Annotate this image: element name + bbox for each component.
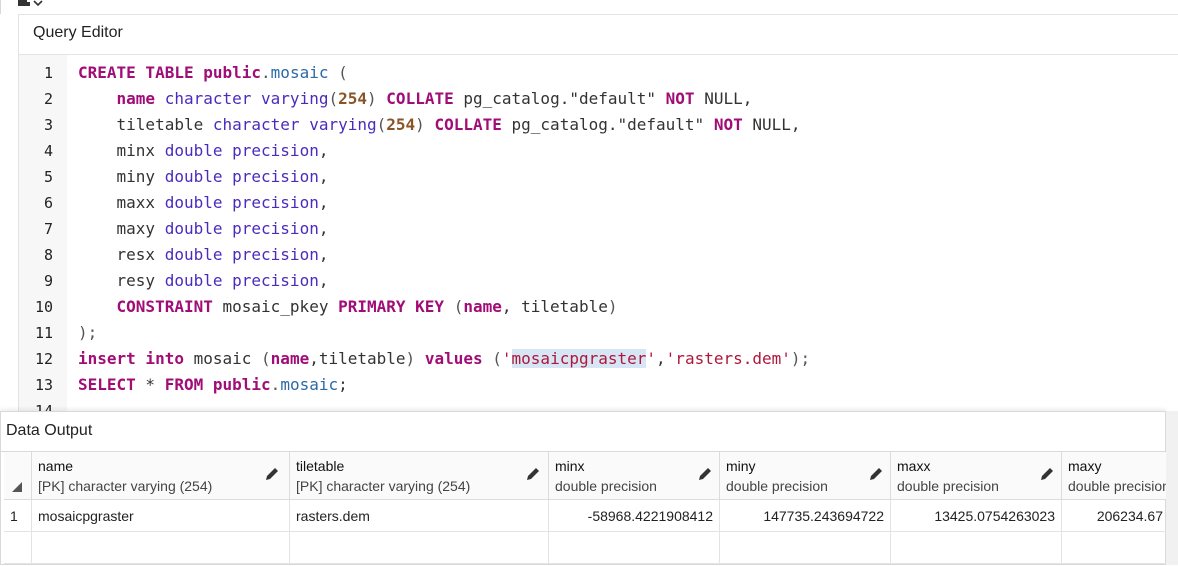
pencil-icon[interactable] [697, 466, 713, 482]
line-number: 6 [43, 194, 53, 212]
line-number: 1 [43, 64, 53, 82]
code-line: minx double precision, [78, 141, 329, 160]
row-index-label: 1 [10, 508, 18, 524]
table-cell[interactable] [549, 532, 720, 564]
results-grid[interactable]: name [PK] character varying (254) tileta… [4, 452, 1166, 566]
row-header-corner[interactable] [4, 452, 32, 500]
line-number: 3 [43, 116, 53, 134]
cell-value: rasters.dem [296, 508, 370, 524]
table-cell[interactable] [32, 532, 290, 564]
column-type: double precision [555, 478, 657, 494]
column-name: name [38, 458, 74, 474]
table-cell[interactable] [290, 532, 549, 564]
line-number: 9 [43, 272, 53, 290]
code-line: name character varying(254) COLLATE pg_c… [116, 89, 753, 108]
row-index[interactable]: 1 [4, 500, 32, 532]
code-line: ); [78, 323, 98, 342]
column-name: maxy [1068, 458, 1102, 474]
table-cell[interactable]: mosaicpgraster [32, 500, 290, 532]
column-header[interactable]: maxy double precision [1062, 452, 1166, 500]
column-type: [PK] character varying (254) [296, 478, 471, 494]
cell-value: 13425.0754263023 [934, 508, 1055, 524]
table-cell[interactable]: 13425.0754263023 [891, 500, 1062, 532]
column-name: maxx [897, 458, 931, 474]
code-line: CREATE TABLE public.mosaic ( [78, 63, 348, 82]
row-index[interactable] [4, 532, 32, 564]
pencil-icon[interactable] [868, 466, 884, 482]
table-cell[interactable]: 206234.67 [1062, 500, 1166, 532]
cell-value: 147735.243694722 [763, 508, 884, 524]
divider [19, 54, 1178, 55]
cell-value: 206234.67 [1096, 508, 1163, 524]
data-output-panel: Data Output name [PK] character varying … [0, 411, 1167, 566]
line-number: 5 [43, 168, 53, 186]
code-line: resx double precision, [78, 245, 329, 264]
code-line: miny double precision, [78, 167, 329, 186]
column-header[interactable]: tiletable [PK] character varying (254) [290, 452, 549, 500]
column-name: tiletable [296, 458, 345, 474]
line-number: 7 [43, 220, 53, 238]
column-type: double precision [1068, 478, 1166, 494]
cell-value: mosaicpgraster [38, 508, 134, 524]
column-type: double precision [897, 478, 999, 494]
column-type: double precision [726, 478, 828, 494]
chevron-down-icon[interactable] [32, 0, 44, 8]
code-line: insert into mosaic (name,tiletable) valu… [78, 349, 811, 368]
code-line: SELECT * FROM public.mosaic; [78, 375, 348, 394]
line-number: 8 [43, 246, 53, 264]
table-cell[interactable]: 147735.243694722 [720, 500, 891, 532]
code-line: resy double precision, [78, 271, 329, 290]
column-name: minx [555, 458, 585, 474]
pencil-icon[interactable] [264, 466, 280, 482]
code-line: maxx double precision, [78, 193, 329, 212]
code-line: tiletable character varying(254) COLLATE… [78, 115, 801, 134]
data-output-title: Data Output [6, 422, 93, 439]
column-name: miny [726, 458, 756, 474]
database-icon[interactable] [18, 0, 30, 8]
code-line: maxy double precision, [78, 219, 329, 238]
line-number: 12 [34, 350, 53, 368]
code-line: CONSTRAINT mosaic_pkey PRIMARY KEY (name… [116, 297, 618, 316]
table-cell[interactable]: -58968.4221908412 [549, 500, 720, 532]
line-number: 13 [34, 376, 53, 394]
table-cell[interactable] [1062, 532, 1166, 564]
line-number: 4 [43, 142, 53, 160]
column-type: [PK] character varying (254) [38, 478, 213, 494]
column-header[interactable]: maxx double precision [891, 452, 1062, 500]
column-header[interactable]: minx double precision [549, 452, 720, 500]
toolbar [0, 0, 1178, 14]
column-header[interactable]: miny double precision [720, 452, 891, 500]
line-number: 11 [34, 324, 53, 342]
pencil-icon[interactable] [1039, 466, 1055, 482]
line-number: 10 [34, 298, 53, 316]
line-number: 2 [43, 90, 53, 108]
line-number-gutter: 1 2 3 4 5 6 7 8 9 10 11 12 13 14 [19, 55, 67, 420]
sort-corner-icon [12, 482, 22, 492]
pencil-icon[interactable] [525, 466, 541, 482]
table-cell[interactable]: rasters.dem [290, 500, 549, 532]
query-editor-panel: Query Editor 1 2 3 4 5 6 7 8 9 10 11 12 … [18, 14, 1178, 420]
query-editor-title: Query Editor [33, 24, 123, 41]
table-cell[interactable] [720, 532, 891, 564]
scrollbar[interactable] [1166, 411, 1178, 565]
toolbar-divider [0, 0, 1, 14]
table-cell[interactable] [891, 532, 1062, 564]
cell-value: -58968.4221908412 [587, 508, 713, 524]
column-header[interactable]: name [PK] character varying (254) [32, 452, 290, 500]
